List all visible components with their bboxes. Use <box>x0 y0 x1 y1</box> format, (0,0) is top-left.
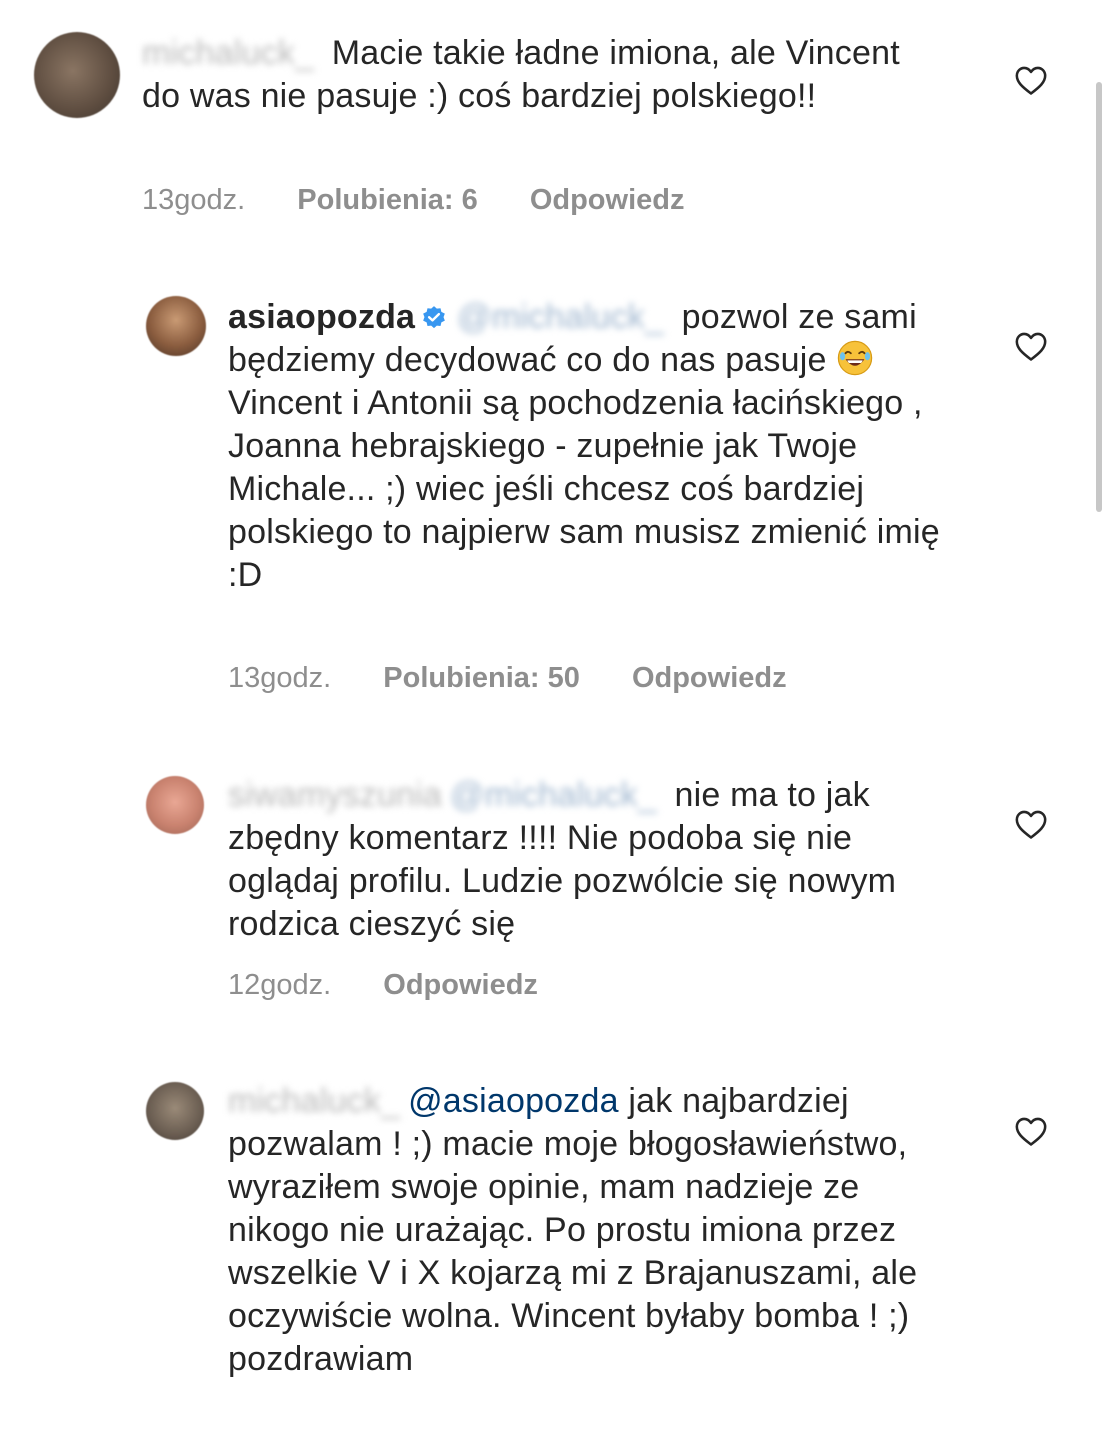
comment-text: asiaopozda @michaluck_ pozwol ze sami będ… <box>228 296 958 597</box>
comment-body-part2: Vincent i Antonii są pochodzenia łacińsk… <box>228 384 940 594</box>
comment-meta: 13godz. Polubienia: 6 Odpowiedz <box>142 184 728 217</box>
comment-username[interactable]: siwamyszunia <box>228 774 442 817</box>
comment-meta: 13godz. Polubienia: 50 Odpowiedz <box>228 662 831 695</box>
mention-link[interactable]: @michaluck_ <box>450 774 657 817</box>
comment-username[interactable]: michaluck_ <box>142 32 314 75</box>
comment-username[interactable]: michaluck_ <box>228 1080 400 1123</box>
mention-link[interactable]: @asiaopozda <box>408 1082 619 1120</box>
comment-time: 12godz. <box>228 969 332 1001</box>
reply-button[interactable]: Odpowiedz <box>632 662 787 694</box>
comment-meta: 12godz. Odpowiedz <box>228 969 582 1002</box>
avatar[interactable] <box>146 776 204 834</box>
scrollbar[interactable] <box>1096 82 1102 512</box>
comment-body: jak najbardziej pozwalam ! ;) macie moje… <box>228 1082 918 1378</box>
heart-icon[interactable] <box>1014 1115 1048 1147</box>
reply-button[interactable]: Odpowiedz <box>530 184 685 216</box>
verified-badge-icon <box>423 306 446 329</box>
comment-time: 13godz. <box>142 184 246 216</box>
laughing-emoji-icon <box>838 340 873 376</box>
comment-text: michaluck_ Macie takie ładne imiona, ale… <box>142 32 942 118</box>
avatar[interactable] <box>146 1082 204 1140</box>
heart-icon[interactable] <box>1014 330 1048 362</box>
likes-count[interactable]: Polubienia: 50 <box>383 662 580 694</box>
likes-count[interactable]: Polubienia: 6 <box>297 184 477 216</box>
heart-icon[interactable] <box>1014 808 1048 840</box>
mention-link[interactable]: @michaluck_ <box>457 296 664 339</box>
reply-button[interactable]: Odpowiedz <box>383 969 538 1001</box>
comment-text: michaluck_ @asiaopozda jak najbardziej po… <box>228 1080 968 1381</box>
comment-text: siwamyszunia @michaluck_ nie ma to jak zb… <box>228 774 968 946</box>
heart-icon[interactable] <box>1014 64 1048 96</box>
comment-username[interactable]: asiaopozda <box>228 298 415 336</box>
avatar[interactable] <box>146 296 206 356</box>
avatar[interactable] <box>34 32 120 118</box>
comment-time: 13godz. <box>228 662 332 694</box>
